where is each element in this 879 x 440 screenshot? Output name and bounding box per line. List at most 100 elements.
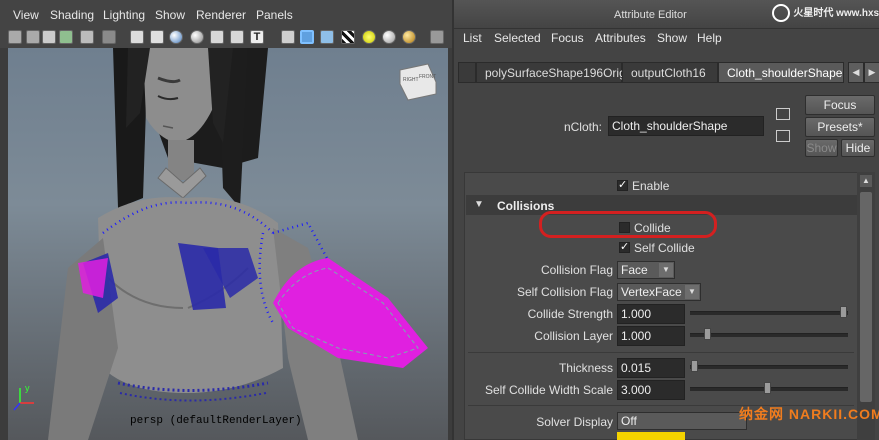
self-collide-width-slider-handle[interactable] xyxy=(764,382,771,394)
text-icon[interactable]: T xyxy=(250,30,264,44)
node-tabs: polySurfaceShape196Orig outputCloth16 Cl… xyxy=(454,62,879,84)
thickness-field[interactable]: 0.015 xyxy=(617,358,685,378)
node-name-field[interactable]: Cloth_shoulderShape xyxy=(608,116,764,136)
highlight-ring xyxy=(539,211,717,238)
watermark-logo-top: 火星时代 www.hxsd.com xyxy=(772,4,879,22)
tab-scroll-right-icon[interactable]: ▶ xyxy=(864,62,879,83)
self-collision-flag-select[interactable]: VertexFace ▼ xyxy=(617,283,701,301)
isolate-select-icon[interactable] xyxy=(102,30,116,44)
self-collide-label: Self Collide xyxy=(634,241,695,255)
menu-show[interactable]: Show xyxy=(155,8,185,22)
menu-lighting[interactable]: Lighting xyxy=(103,8,145,22)
attribute-editor-title: Attribute Editor xyxy=(614,9,687,21)
flat-shade-icon[interactable] xyxy=(190,30,204,44)
solver-color-swatch[interactable] xyxy=(617,432,685,440)
menu-attributes[interactable]: Attributes xyxy=(595,31,646,45)
menu-list[interactable]: List xyxy=(463,31,482,45)
collide-strength-field[interactable]: 1.000 xyxy=(617,304,685,324)
load-input-icon[interactable] xyxy=(776,108,790,120)
collision-flag-value: Face xyxy=(621,263,648,277)
menu-shading[interactable]: Shading xyxy=(50,8,94,22)
self-collide-checkbox[interactable]: ✓ xyxy=(619,242,630,253)
camera-icon[interactable] xyxy=(8,30,22,44)
view-cube-right-label: RIGHT xyxy=(403,77,419,83)
solver-display-label: Solver Display xyxy=(536,415,613,429)
solver-display-select[interactable]: Off xyxy=(617,412,747,430)
thickness-label: Thickness xyxy=(558,361,613,375)
bookmark-icon[interactable] xyxy=(42,30,56,44)
camera-attr-icon[interactable] xyxy=(26,30,40,44)
sphere-white-icon[interactable] xyxy=(382,30,396,44)
cube-textured-icon[interactable] xyxy=(320,30,334,44)
attribute-editor-menubar: List Selected Focus Attributes Show Help xyxy=(454,28,879,50)
dropdown-arrow-icon: ▼ xyxy=(685,285,699,299)
collide-strength-label: Collide Strength xyxy=(527,307,613,321)
presets-button[interactable]: Presets* xyxy=(805,117,875,137)
menu-view[interactable]: View xyxy=(13,8,39,22)
go-output-icon[interactable] xyxy=(776,130,790,142)
menu-help[interactable]: Help xyxy=(697,31,722,45)
self-collision-flag-value: VertexFace xyxy=(621,285,682,299)
menu-focus[interactable]: Focus xyxy=(551,31,584,45)
self-collide-width-label: Self Collide Width Scale xyxy=(484,383,613,397)
viewport-toolbar: T xyxy=(0,28,452,48)
self-collide-width-field[interactable]: 3.000 xyxy=(617,380,685,400)
scene-render: RIGHT FRONT y xyxy=(13,48,437,440)
menu-selected[interactable]: Selected xyxy=(494,31,541,45)
focus-button[interactable]: Focus xyxy=(805,95,875,115)
scrollbar-thumb[interactable] xyxy=(860,192,872,402)
view-cube-front-label: FRONT xyxy=(419,74,436,80)
enable-label: Enable xyxy=(632,179,670,193)
menu-panels[interactable]: Panels xyxy=(256,8,293,22)
cube-wire-icon[interactable] xyxy=(281,30,295,44)
enable-checkbox[interactable]: ✓ xyxy=(617,180,628,191)
view-cube[interactable]: RIGHT FRONT xyxy=(399,63,437,101)
dropdown-arrow-icon: ▼ xyxy=(659,263,673,277)
tab-polysurfaceshape[interactable]: polySurfaceShape196Orig xyxy=(476,62,626,83)
viewport-canvas[interactable]: RIGHT FRONT y xyxy=(8,48,448,440)
collide-strength-slider[interactable] xyxy=(690,311,848,315)
sphere-shaded-icon[interactable] xyxy=(402,30,416,44)
viewport-panel-label: persp (defaultRenderLayer) xyxy=(130,415,302,427)
checker-icon[interactable] xyxy=(341,30,355,44)
collision-flag-select[interactable]: Face ▼ xyxy=(617,261,675,279)
thickness-slider-handle[interactable] xyxy=(691,360,698,372)
self-collision-flag-label: Self Collision Flag xyxy=(516,285,613,299)
collide-strength-slider-handle[interactable] xyxy=(840,306,847,318)
solver-display-value: Off xyxy=(621,414,637,428)
menu-show[interactable]: Show xyxy=(657,31,687,45)
node-type-label: nCloth: xyxy=(563,120,602,134)
collision-layer-slider[interactable] xyxy=(690,333,848,337)
collision-layer-label: Collision Layer xyxy=(534,329,613,343)
svg-text:y: y xyxy=(25,383,30,393)
textured-icon[interactable] xyxy=(230,30,244,44)
tab-cloth-shouldershape[interactable]: Cloth_shoulderShape xyxy=(718,62,844,83)
default-material-icon[interactable] xyxy=(169,30,183,44)
viewport-menubar: View Shading Lighting Show Renderer Pane… xyxy=(0,0,452,29)
grid-icon[interactable] xyxy=(80,30,94,44)
menu-renderer[interactable]: Renderer xyxy=(196,8,246,22)
attribute-editor-titlebar: Attribute Editor 火星时代 www.hxsd.com xyxy=(454,0,879,29)
collision-layer-slider-handle[interactable] xyxy=(704,328,711,340)
axis-gizmo: y xyxy=(13,383,34,411)
hide-button[interactable]: Hide xyxy=(841,139,875,157)
isolate-icon[interactable] xyxy=(430,30,444,44)
image-plane-icon[interactable] xyxy=(59,30,73,44)
tab-overflow-left[interactable] xyxy=(458,62,476,83)
divider xyxy=(468,352,854,353)
scroll-up-icon[interactable]: ▲ xyxy=(860,175,872,187)
tab-outputcloth[interactable]: outputCloth16 xyxy=(622,62,718,83)
cube-shaded-icon[interactable] xyxy=(300,30,314,44)
show-button[interactable]: Show xyxy=(805,139,838,157)
smooth-shade-icon[interactable] xyxy=(150,30,164,44)
viewport-panel: View Shading Lighting Show Renderer Pane… xyxy=(0,0,452,440)
collision-flag-label: Collision Flag xyxy=(540,263,613,277)
collapse-arrow-icon: ▼ xyxy=(474,199,484,210)
light-icon[interactable] xyxy=(362,30,376,44)
bounding-box-icon[interactable] xyxy=(210,30,224,44)
tab-scroll-left-icon[interactable]: ◀ xyxy=(848,62,864,83)
wireframe-icon[interactable] xyxy=(130,30,144,44)
collision-layer-field[interactable]: 1.000 xyxy=(617,326,685,346)
thickness-slider[interactable] xyxy=(690,365,848,369)
attribute-editor: Attribute Editor 火星时代 www.hxsd.com List … xyxy=(452,0,879,440)
